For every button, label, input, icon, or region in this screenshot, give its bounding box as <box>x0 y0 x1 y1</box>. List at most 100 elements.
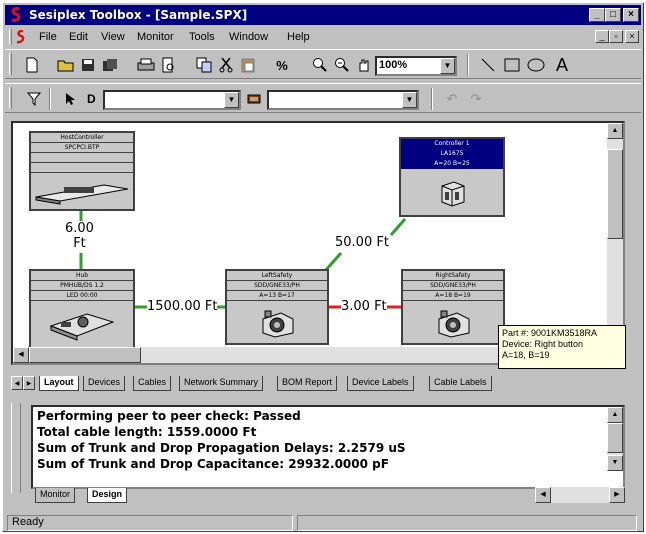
pan-button[interactable] <box>353 54 375 76</box>
scroll-right-button[interactable]: ▶ <box>609 487 625 503</box>
zoom-in-icon <box>313 58 327 72</box>
percent-button[interactable]: % <box>271 54 293 76</box>
menu-view[interactable]: View <box>101 31 125 43</box>
zoom-in-button[interactable] <box>309 54 331 76</box>
device-type-button[interactable] <box>243 88 265 110</box>
mdi-restore-button[interactable]: ▫ <box>609 30 623 43</box>
copy-button[interactable] <box>193 54 215 76</box>
document-icon[interactable] <box>15 30 27 44</box>
device-name: HostController <box>31 133 133 143</box>
menu-edit[interactable]: Edit <box>69 31 88 43</box>
device-part: PMHUB/DS 1.2 <box>31 281 133 291</box>
device-tooltip: Part #: 9001KM3518RA Device: Right butto… <box>498 325 626 369</box>
tab-design[interactable]: Design <box>87 488 128 503</box>
toolbar-grip[interactable] <box>9 53 12 75</box>
scroll-up-button[interactable]: ▲ <box>607 407 623 423</box>
tab-scroll-left-button[interactable]: ◀ <box>11 376 23 390</box>
output-grip[interactable] <box>11 403 21 493</box>
pointer-arrow-icon <box>66 93 75 105</box>
title-bar[interactable]: Sesiplex Toolbox - [Sample.SPX] _ □ × <box>5 5 641 25</box>
ellipse-tool-button[interactable] <box>525 54 547 76</box>
tab-layout[interactable]: Layout <box>39 376 79 391</box>
save-disk-icon <box>82 59 94 71</box>
device-left-safety[interactable]: LeftSafety SDD/GNE33/PH A=13 B=17 <box>225 269 329 345</box>
tab-cables[interactable]: Cables <box>133 376 172 391</box>
output-pane[interactable]: Performing peer to peer check: Passed To… <box>31 405 625 489</box>
save-button[interactable] <box>77 54 99 76</box>
device-name: Hub <box>31 271 133 281</box>
filter-button[interactable] <box>23 88 45 110</box>
scroll-down-button[interactable]: ▼ <box>607 455 623 471</box>
scroll-thumb[interactable] <box>607 423 623 453</box>
chevron-down-icon[interactable]: ▼ <box>224 92 239 108</box>
tab-monitor[interactable]: Monitor <box>35 488 76 503</box>
new-button[interactable] <box>21 54 43 76</box>
scroll-left-button[interactable]: ◀ <box>535 487 551 503</box>
maximize-icon: □ <box>609 9 617 20</box>
device-address <box>31 153 133 163</box>
tab-network-summary[interactable]: Network Summary <box>179 376 264 391</box>
menu-grip[interactable] <box>9 29 12 45</box>
tab-cable-labels[interactable]: Cable Labels <box>429 376 492 391</box>
zoom-select[interactable]: 100% ▼ <box>375 56 457 76</box>
output-horizontal-scrollbar[interactable]: ◀ ▶ <box>535 487 625 503</box>
menu-tools[interactable]: Tools <box>189 31 215 43</box>
cable-length-label[interactable]: 1500.00 Ft <box>147 299 218 314</box>
app-logo-icon <box>11 7 21 22</box>
open-button[interactable] <box>55 54 77 76</box>
menu-monitor[interactable]: Monitor <box>137 31 174 43</box>
menu-file[interactable]: File <box>39 31 57 43</box>
scissors-icon <box>219 57 233 73</box>
toolbar-grip[interactable] <box>9 87 12 109</box>
select-pointer-button[interactable] <box>59 88 81 110</box>
chevron-down-icon[interactable]: ▼ <box>440 58 455 74</box>
menu-help[interactable]: Help <box>287 31 310 43</box>
cable-length-label[interactable]: 50.00 Ft <box>335 235 389 250</box>
close-button[interactable]: × <box>623 8 639 22</box>
device-select[interactable]: ▼ <box>267 90 419 110</box>
save-all-button[interactable] <box>99 54 121 76</box>
menu-window[interactable]: Window <box>229 31 268 43</box>
rectangle-tool-button[interactable] <box>501 54 523 76</box>
window-title: Sesiplex Toolbox - [Sample.SPX] <box>29 8 248 22</box>
status-text: Ready <box>7 515 293 531</box>
device-controller[interactable]: Controller 1 LA1675 A=20 B=25 <box>399 137 505 217</box>
scroll-thumb[interactable] <box>607 149 623 239</box>
tab-scroll-right-button[interactable]: ▶ <box>23 376 35 390</box>
zoom-out-button[interactable] <box>331 54 353 76</box>
tab-bom-report[interactable]: BOM Report <box>277 376 338 391</box>
print-button[interactable] <box>135 54 157 76</box>
redo-button[interactable]: ↷ <box>465 88 487 110</box>
tab-device-labels[interactable]: Device Labels <box>347 376 414 391</box>
line-tool-button[interactable] <box>477 54 499 76</box>
scroll-thumb[interactable] <box>29 347 141 363</box>
device-right-safety[interactable]: RightSafety SDD/GNE33/PH A=18 B=19 <box>401 269 505 345</box>
copy-icon <box>196 57 212 73</box>
mdi-minimize-button[interactable]: _ <box>595 30 609 43</box>
output-vertical-scrollbar[interactable]: ▲ ▼ <box>607 407 623 471</box>
address-select[interactable]: ▼ <box>103 90 241 110</box>
undo-button[interactable]: ↶ <box>441 88 463 110</box>
toolbar-separator <box>431 88 433 110</box>
cable-length-label[interactable]: 6.00 Ft <box>65 221 94 251</box>
minimize-button[interactable]: _ <box>589 8 605 22</box>
print-preview-button[interactable] <box>157 54 179 76</box>
maximize-button[interactable]: □ <box>605 8 621 22</box>
mdi-close-button[interactable]: × <box>625 30 639 43</box>
cut-button[interactable] <box>215 54 237 76</box>
minimize-icon: _ <box>594 9 600 20</box>
tab-devices[interactable]: Devices <box>83 376 126 391</box>
device-host-controller[interactable]: HostController SPCPCI.BTP <box>29 131 135 211</box>
output-line: Sum of Trunk and Drop Capacitance: 29932… <box>37 457 389 471</box>
printer-icon <box>137 58 155 71</box>
rectangle-tool-icon <box>504 58 520 72</box>
text-tool-button[interactable]: A <box>551 54 573 76</box>
device-hub[interactable]: Hub PMHUB/DS 1.2 LED 00:00 <box>29 269 135 349</box>
cable-length-label[interactable]: 3.00 Ft <box>341 299 387 314</box>
chevron-down-icon[interactable]: ▼ <box>402 92 417 108</box>
paste-button[interactable] <box>237 54 259 76</box>
canvas-vertical-scrollbar[interactable]: ▲ ▼ <box>607 123 623 347</box>
scroll-up-button[interactable]: ▲ <box>607 123 623 139</box>
address-label: D <box>87 92 96 106</box>
scroll-left-button[interactable]: ◀ <box>13 347 29 363</box>
